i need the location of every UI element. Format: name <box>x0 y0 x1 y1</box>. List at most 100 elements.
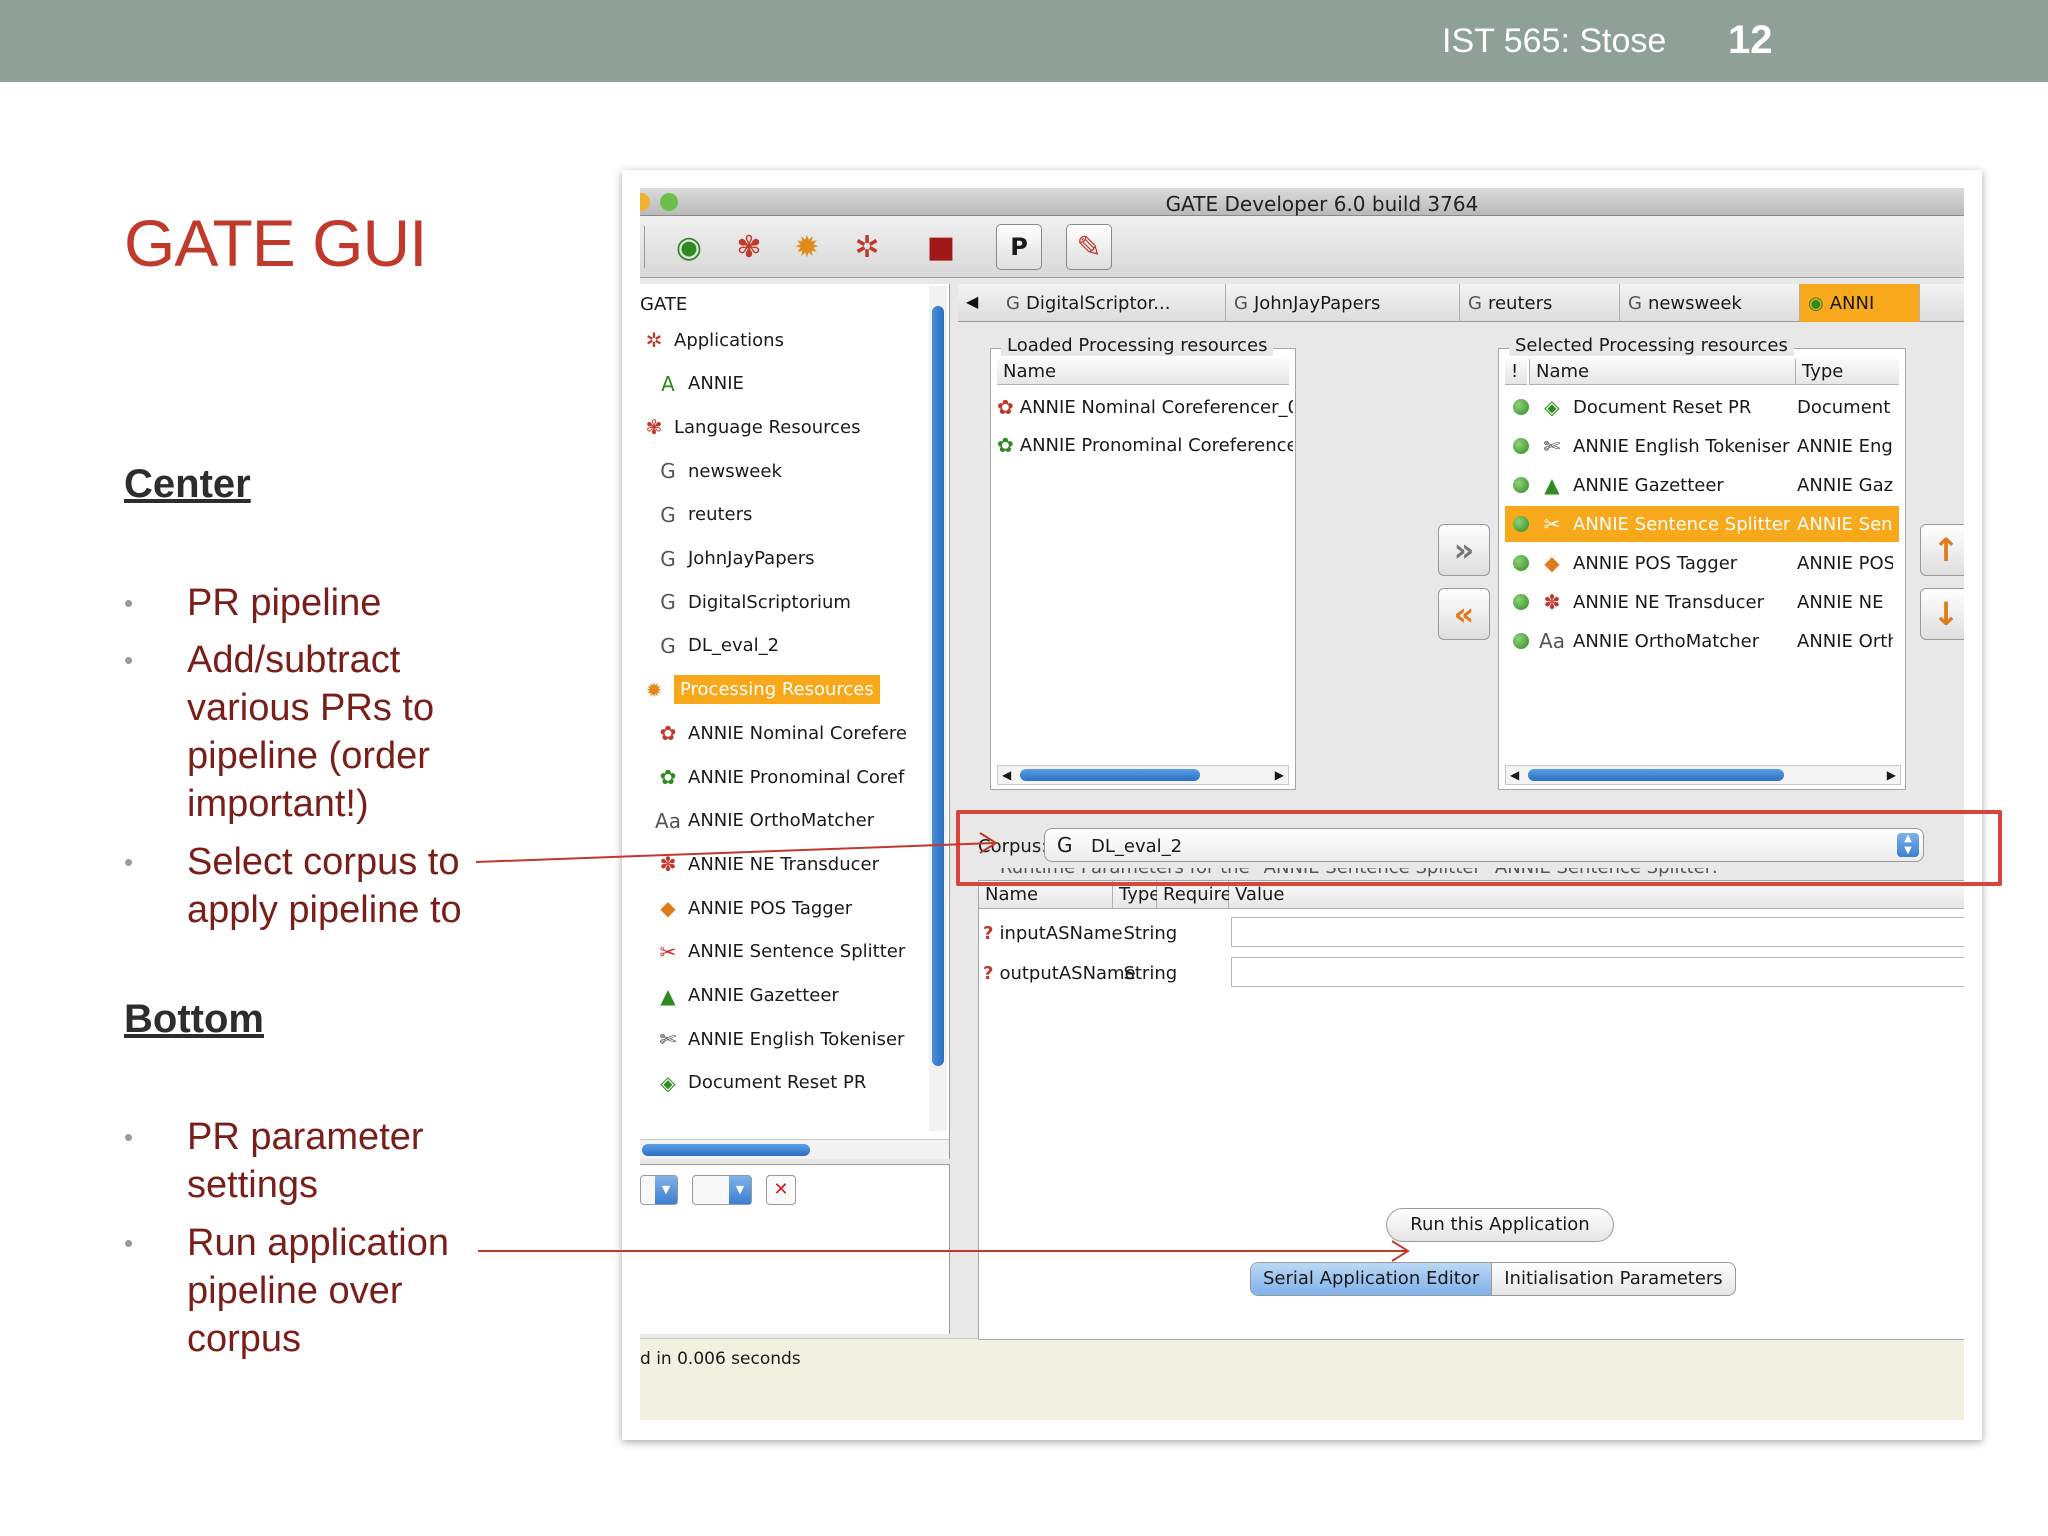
tab-corpus[interactable]: G JohnJayPapers <box>1226 284 1460 322</box>
loaded-prs-scrollbar[interactable]: ◀ ▶ <box>997 765 1289 785</box>
run-application-button[interactable]: Run this Application <box>1386 1208 1614 1242</box>
column-header-name[interactable]: Name <box>1529 359 1795 385</box>
tree-item[interactable]: ✾ Language Resources <box>640 409 861 445</box>
tree-item[interactable]: ✂ ANNIE Sentence Splitter <box>654 934 906 970</box>
loaded-pr-row[interactable]: ✿ANNIE Pronominal Coreferencer_0004 <box>997 427 1293 463</box>
tree-item[interactable]: A ANNIE <box>654 366 744 402</box>
tree-item[interactable]: ✿ ANNIE Nominal Corefere <box>654 715 907 751</box>
tab-corpus[interactable]: Gnewsweek <box>1620 284 1800 322</box>
tree-item[interactable]: Aa ANNIE OrthoMatcher <box>654 803 874 839</box>
toolbar-separator <box>644 226 645 268</box>
scroll-right-icon[interactable]: ▶ <box>1887 766 1896 784</box>
coreferencer-icon: ✿ <box>659 721 677 746</box>
mini-combo[interactable]: ▼ <box>692 1175 752 1205</box>
tree-item-label: ANNIE POS Tagger <box>688 897 853 919</box>
selected-pr-row[interactable]: ✽ ANNIE NE Transducer ANNIE NE <box>1505 584 1899 620</box>
corpus-icon: G <box>660 502 676 527</box>
tree-item[interactable]: Greuters <box>654 497 752 533</box>
loaded-pr-row[interactable]: ✿ANNIE Nominal Coreferencer_00042 <box>997 389 1293 425</box>
tab-corpus[interactable]: G DigitalScriptor... <box>998 284 1226 322</box>
tab-corpus[interactable]: Greuters <box>1460 284 1620 322</box>
tree-item-label: newsweek <box>688 460 782 482</box>
annie-app-icon[interactable]: ◉ <box>666 224 712 270</box>
selected-pr-row[interactable]: ✂ ANNIE Sentence Splitter ANNIE Sen <box>1505 506 1899 542</box>
tree-item[interactable]: ◆ ANNIE POS Tagger <box>654 890 852 926</box>
tree-item[interactable]: G DigitalScriptorium <box>654 584 851 620</box>
corpus-icon: G <box>660 459 676 484</box>
input-as-name-field[interactable] <box>1231 917 1964 947</box>
scroll-thumb[interactable] <box>1020 769 1200 781</box>
scroll-right-icon[interactable]: ▶ <box>1275 766 1284 784</box>
param-type: String <box>1123 922 1178 944</box>
chevron-down-icon[interactable]: ▼ <box>655 1176 677 1204</box>
chevron-down-icon[interactable]: ▼ <box>729 1176 751 1204</box>
param-row[interactable]: ? inputASName String <box>979 913 1177 953</box>
processing-resource-icon[interactable]: ✹ <box>784 224 830 270</box>
plugin-manager-icon[interactable]: P <box>996 224 1042 270</box>
selected-prs-scrollbar[interactable]: ◀ ▶ <box>1505 765 1901 785</box>
selected-pr-name: ANNIE Sentence Splitter <box>1573 513 1791 535</box>
bullet-dot: • <box>124 645 134 675</box>
tab-annie[interactable]: ◉ ANNI <box>1800 284 1920 322</box>
close-icon[interactable]: ✕ <box>766 1175 796 1205</box>
param-row[interactable]: ? outputASName String <box>979 953 1177 993</box>
tab-scroll-left-icon[interactable]: ◀ <box>966 292 978 311</box>
scroll-thumb[interactable] <box>932 306 944 1066</box>
move-up-button[interactable]: ↑ <box>1920 524 1964 576</box>
scroll-left-icon[interactable]: ◀ <box>1510 766 1519 784</box>
jape-debugger-icon[interactable]: ✎ <box>1066 224 1112 270</box>
column-header-type[interactable]: Type <box>1795 359 1899 385</box>
tree-scrollbar[interactable] <box>929 286 947 1131</box>
tree-controls: ▼ ▼ ✕ <box>640 1164 950 1334</box>
tree-item[interactable]: Gnewsweek <box>654 453 782 489</box>
tree-item[interactable]: ✹ Processing Resources <box>640 672 880 708</box>
scroll-thumb[interactable] <box>642 1144 810 1156</box>
tree-item[interactable]: ▲ ANNIE Gazetteer <box>654 978 839 1014</box>
selected-pr-row[interactable]: ◆ ANNIE POS Tagger ANNIE POS <box>1505 545 1899 581</box>
scroll-thumb[interactable] <box>1528 769 1784 781</box>
tree-horizontal-scrollbar[interactable] <box>640 1139 949 1159</box>
loaded-pr-name: ANNIE Pronominal Coreferencer_0004 <box>1019 434 1293 456</box>
selected-prs-legend: Selected Processing resources <box>1509 335 1794 356</box>
selected-prs-pane: Selected Processing resources ! Name Typ… <box>1498 335 1906 790</box>
status-text: d in 0.006 seconds <box>640 1349 801 1369</box>
tree-item-label: ANNIE OrthoMatcher <box>688 810 875 832</box>
selected-pr-row[interactable]: ✄ ANNIE English Tokeniser ANNIE Eng <box>1505 428 1899 464</box>
tab-initialisation-parameters[interactable]: Initialisation Parameters <box>1492 1263 1734 1295</box>
add-pr-button[interactable]: » <box>1438 524 1490 576</box>
selected-pr-type: ANNIE Orth <box>1797 630 1893 652</box>
language-resource-icon[interactable]: ✾ <box>726 224 772 270</box>
param-type: String <box>1123 962 1178 984</box>
tree-item[interactable]: G JohnJayPapers <box>654 541 814 577</box>
tree-item[interactable]: ✽ ANNIE NE Transducer <box>654 846 879 882</box>
tab-label: JohnJayPapers <box>1253 292 1381 314</box>
window-title: GATE Developer 6.0 build 3764 <box>1165 192 1479 216</box>
column-header-flag[interactable]: ! <box>1505 359 1527 385</box>
selected-pr-row[interactable]: ▲ ANNIE Gazetteer ANNIE Gaz <box>1505 467 1899 503</box>
move-down-button[interactable]: ↓ <box>1920 588 1964 640</box>
ne-transducer-icon: ✽ <box>1543 590 1561 614</box>
tree-item[interactable]: ◈ Document Reset PR <box>654 1065 866 1101</box>
mini-combo[interactable]: ▼ <box>640 1175 678 1205</box>
output-as-name-field[interactable] <box>1231 957 1964 987</box>
pos-tagger-icon: ◆ <box>1544 551 1560 575</box>
tree-item-label: reuters <box>688 504 753 526</box>
datastore-icon[interactable]: ■ <box>918 224 964 270</box>
bullet-text: Add/subtract various PRs to pipeline (or… <box>187 639 435 825</box>
optional-param-icon: ? <box>983 922 994 944</box>
tree-item[interactable]: ✲ Applications <box>640 322 784 358</box>
tree-item[interactable]: ✿ ANNIE Pronominal Coref <box>654 759 905 795</box>
tree-item[interactable]: G DL_eval_2 <box>654 628 779 664</box>
tab-serial-application-editor[interactable]: Serial Application Editor <box>1251 1263 1493 1295</box>
remove-pr-button[interactable]: « <box>1438 588 1490 640</box>
application-icon[interactable]: ✲ <box>844 224 890 270</box>
column-header-name[interactable]: Name <box>997 359 1289 385</box>
bullet-item: • PR parameter settings <box>124 1113 504 1209</box>
selected-pr-row[interactable]: Aa ANNIE OrthoMatcher ANNIE Orth <box>1505 623 1899 659</box>
scroll-left-icon[interactable]: ◀ <box>1002 766 1011 784</box>
tree-root[interactable]: GATE <box>640 286 687 322</box>
tree-item[interactable]: ✄ ANNIE English Tokeniser <box>654 1021 905 1057</box>
coreferencer-icon: ✿ <box>659 765 677 789</box>
selected-pr-row[interactable]: ◈ Document Reset PR Document <box>1505 389 1899 425</box>
language-resources-icon: ✾ <box>645 415 663 440</box>
